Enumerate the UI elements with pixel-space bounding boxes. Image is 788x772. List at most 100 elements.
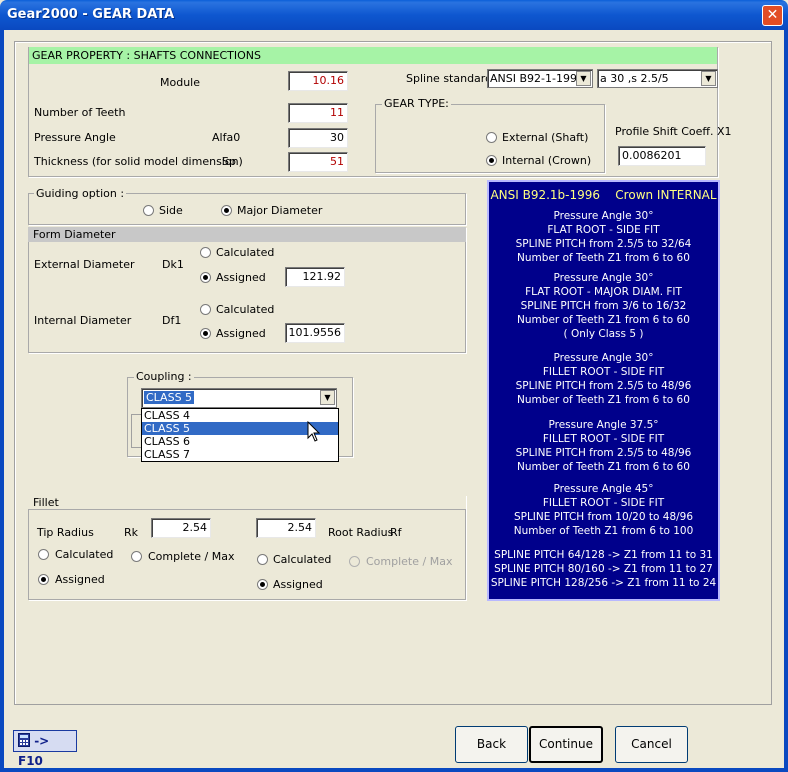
info-header: ANSI B92.1b-1996 Crown INTERNAL [489,188,718,202]
continue-button[interactable]: Continue [529,726,603,763]
coupling-title: Coupling : [134,370,194,383]
teeth-label: Number of Teeth [34,106,126,119]
internal-crown-label: Internal (Crown) [502,154,592,167]
profile-shift-field[interactable]: 0.0086201 [618,146,706,166]
info-header-type: Crown INTERNAL [615,188,717,202]
window-frame-bottom [0,768,788,772]
internal-calculated-label: Calculated [216,303,275,316]
spline-info-panel: ANSI B92.1b-1996 Crown INTERNAL Pressure… [487,180,720,601]
info-line: Pressure Angle 30° [553,210,654,222]
root-complete-radio [349,556,360,567]
info-line: Pressure Angle 30° [553,272,654,284]
tip-radius-field[interactable]: 2.54 [151,518,211,538]
external-diameter-field[interactable]: 121.92 [285,267,345,287]
info-line: Number of Teeth Z1 from 6 to 60 [517,394,690,406]
info-line: SPLINE PITCH from 3/6 to 16/32 [520,300,687,312]
spline-standard-select[interactable]: ANSI B92-1-1996 ▼ [487,69,593,88]
info-line: FILLET ROOT - SIDE FIT [542,433,665,445]
pressure-angle-field[interactable]: 30 [288,128,348,148]
fillet-title: Fillet [28,495,466,510]
internal-diameter-label: Internal Diameter [34,314,132,327]
root-radius-field[interactable]: 2.54 [256,518,316,538]
internal-assigned-radio[interactable] [200,328,211,339]
tip-calculated-label: Calculated [55,548,114,561]
external-shaft-label: External (Shaft) [502,131,589,144]
info-line: SPLINE PITCH 128/256 -> Z1 from 11 to 24 [490,577,717,589]
external-calculated-radio[interactable] [200,247,211,258]
root-complete-label: Complete / Max [366,555,453,568]
chevron-down-icon[interactable]: ▼ [701,71,716,86]
back-button[interactable]: Back [455,726,528,763]
spline-fit-value: a 30 ,s 2.5/5 [600,72,669,85]
close-button[interactable]: ✕ [762,5,783,26]
external-calculated-label: Calculated [216,246,275,259]
info-line: Number of Teeth Z1 from 6 to 100 [513,525,694,537]
root-radius-label: Root Radius [328,526,394,539]
spline-standard-value: ANSI B92-1-1996 [490,72,584,85]
thickness-symbol: Sp [222,155,236,168]
info-line: FILLET ROOT - SIDE FIT [542,366,665,378]
cancel-button[interactable]: Cancel [615,726,688,763]
window-title: Gear2000 - GEAR DATA [7,7,175,22]
root-calculated-label: Calculated [273,553,332,566]
info-line: SPLINE PITCH from 2.5/5 to 32/64 [515,238,692,250]
external-shaft-radio[interactable] [486,132,497,143]
external-assigned-label: Assigned [216,271,266,284]
tip-calculated-radio[interactable] [38,549,49,560]
mouse-cursor-icon [307,421,321,442]
info-line: FLAT ROOT - MAJOR DIAM. FIT [525,286,682,298]
info-line: SPLINE PITCH 80/160 -> Z1 from 11 to 27 [494,563,713,575]
spline-standard-label: Spline standard [406,72,493,85]
module-field[interactable]: 10.16 [288,71,348,91]
info-line: SPLINE PITCH from 2.5/5 to 48/96 [515,380,692,392]
coupling-select[interactable]: CLASS 5 ▼ [141,388,337,408]
guiding-side-label: Side [159,204,183,217]
info-line: Pressure Angle 30° [553,352,654,364]
external-diameter-symbol: Dk1 [162,258,184,271]
root-radius-symbol: Rf [390,526,402,539]
root-assigned-radio[interactable] [257,579,268,590]
spline-fit-select[interactable]: a 30 ,s 2.5/5 ▼ [597,69,718,88]
info-line: Number of Teeth Z1 from 6 to 60 [517,461,690,473]
tip-radius-symbol: Rk [124,526,139,539]
info-line: SPLINE PITCH from 2.5/5 to 48/96 [515,447,692,459]
hidden-button-edge [131,414,141,448]
pressure-angle-symbol: Alfa0 [212,131,241,144]
info-header-standard: ANSI B92.1b-1996 [490,188,601,202]
internal-crown-radio[interactable] [486,155,497,166]
guiding-title: Guiding option : [34,187,127,200]
internal-diameter-field[interactable]: 101.9556 [285,323,345,343]
root-calculated-radio[interactable] [257,554,268,565]
tip-radius-label: Tip Radius [37,526,94,539]
internal-diameter-symbol: Df1 [162,314,182,327]
info-line: ( Only Class 5 ) [563,328,644,340]
coupling-selected-value: CLASS 5 [144,391,195,404]
thickness-field[interactable]: 51 [288,152,348,172]
coupling-option[interactable]: CLASS 7 [142,448,338,461]
tip-assigned-radio[interactable] [38,574,49,585]
module-label: Module [160,76,200,89]
gear-type-title: GEAR TYPE: [382,97,451,110]
guiding-side-radio[interactable] [143,205,154,216]
guiding-major-radio[interactable] [221,205,232,216]
tip-assigned-label: Assigned [55,573,105,586]
teeth-field[interactable]: 11 [288,103,348,123]
info-line: Number of Teeth Z1 from 6 to 60 [517,252,690,264]
chevron-down-icon[interactable]: ▼ [576,71,591,86]
internal-assigned-label: Assigned [216,327,266,340]
chevron-down-icon[interactable]: ▼ [320,390,335,405]
info-line: Pressure Angle 37.5° [548,419,659,431]
form-diameter-title: Form Diameter [28,227,466,242]
thickness-label: Thickness (for solid model dimension) [34,155,243,168]
info-line: Pressure Angle 45° [553,483,654,495]
profile-shift-label: Profile Shift Coeff. X1 [615,125,732,138]
external-assigned-radio[interactable] [200,272,211,283]
internal-calculated-radio[interactable] [200,304,211,315]
guiding-major-label: Major Diameter [237,204,323,217]
tip-complete-radio[interactable] [131,551,142,562]
pressure-angle-label: Pressure Angle [34,131,116,144]
info-line: FLAT ROOT - SIDE FIT [547,224,660,236]
info-line: Number of Teeth Z1 from 6 to 60 [517,314,690,326]
calculator-f10-button[interactable]: -> F10 [13,730,77,768]
tip-complete-label: Complete / Max [148,550,235,563]
